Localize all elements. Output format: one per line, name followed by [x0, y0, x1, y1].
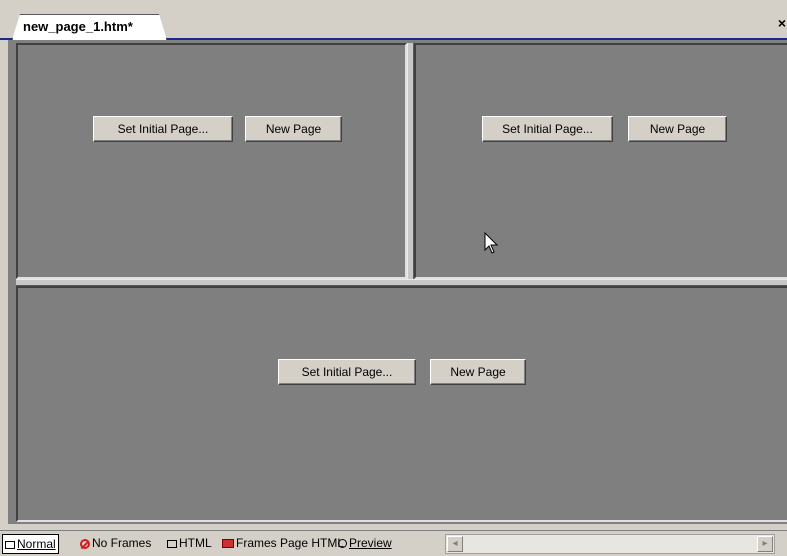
tab-html-label: HTML — [179, 536, 212, 550]
new-page-label: New Page — [649, 121, 706, 136]
horizontal-frame-splitter[interactable] — [16, 279, 787, 286]
tab-normal-view[interactable]: Normal — [2, 534, 59, 554]
scroll-right-icon[interactable]: ▸ — [757, 536, 773, 552]
tab-frames-page-html-view[interactable]: Frames Page HTML — [222, 534, 344, 554]
tab-preview-view[interactable]: Preview — [338, 534, 392, 554]
new-page-button[interactable]: New Page — [245, 116, 342, 142]
frameset-canvas: Set Initial Page... New Page Set Initial… — [8, 40, 787, 524]
set-initial-page-button[interactable]: Set Initial Page... — [278, 359, 416, 385]
view-tabs-bar: Normal No Frames HTML Frames Page HTML P… — [0, 530, 787, 556]
new-page-label: New Page — [450, 364, 506, 379]
document-tab[interactable]: new_page_1.htm* — [12, 14, 167, 40]
new-page-button[interactable]: New Page — [430, 359, 526, 385]
set-initial-page-label: Set Initial Page... — [502, 121, 593, 136]
normal-view-icon — [5, 540, 15, 549]
vertical-frame-splitter[interactable] — [407, 43, 414, 279]
preview-magnifier-icon — [338, 539, 347, 549]
tab-no-frames-view[interactable]: No Frames — [80, 534, 151, 554]
set-initial-page-label: Set Initial Page... — [301, 364, 393, 379]
set-initial-page-button[interactable]: Set Initial Page... — [93, 116, 233, 142]
tab-no-frames-label: No Frames — [92, 536, 152, 550]
document-tab-strip: new_page_1.htm* × — [0, 0, 787, 40]
frame-top-right[interactable]: Set Initial Page... New Page — [414, 43, 787, 279]
new-page-label: New Page — [265, 121, 322, 136]
html-view-icon — [167, 539, 177, 548]
frame-top-left[interactable]: Set Initial Page... New Page — [16, 43, 407, 279]
frames-page-html-icon — [222, 539, 234, 549]
no-frames-icon — [80, 538, 90, 549]
set-initial-page-button[interactable]: Set Initial Page... — [482, 116, 613, 142]
tab-html-view[interactable]: HTML — [167, 534, 212, 554]
scroll-left-icon[interactable]: ◂ — [447, 536, 463, 552]
mouse-cursor-icon — [484, 232, 499, 254]
tab-normal-label: Normal — [17, 537, 56, 551]
set-initial-page-label: Set Initial Page... — [117, 121, 209, 136]
new-page-button[interactable]: New Page — [628, 116, 727, 142]
close-document-icon[interactable]: × — [778, 15, 786, 31]
tab-frames-page-html-label: Frames Page HTML — [236, 536, 345, 550]
frame-bottom[interactable]: Set Initial Page... New Page — [16, 286, 787, 522]
tab-preview-label: Preview — [349, 536, 392, 550]
horizontal-scrollbar[interactable]: ◂ ▸ — [445, 534, 775, 554]
